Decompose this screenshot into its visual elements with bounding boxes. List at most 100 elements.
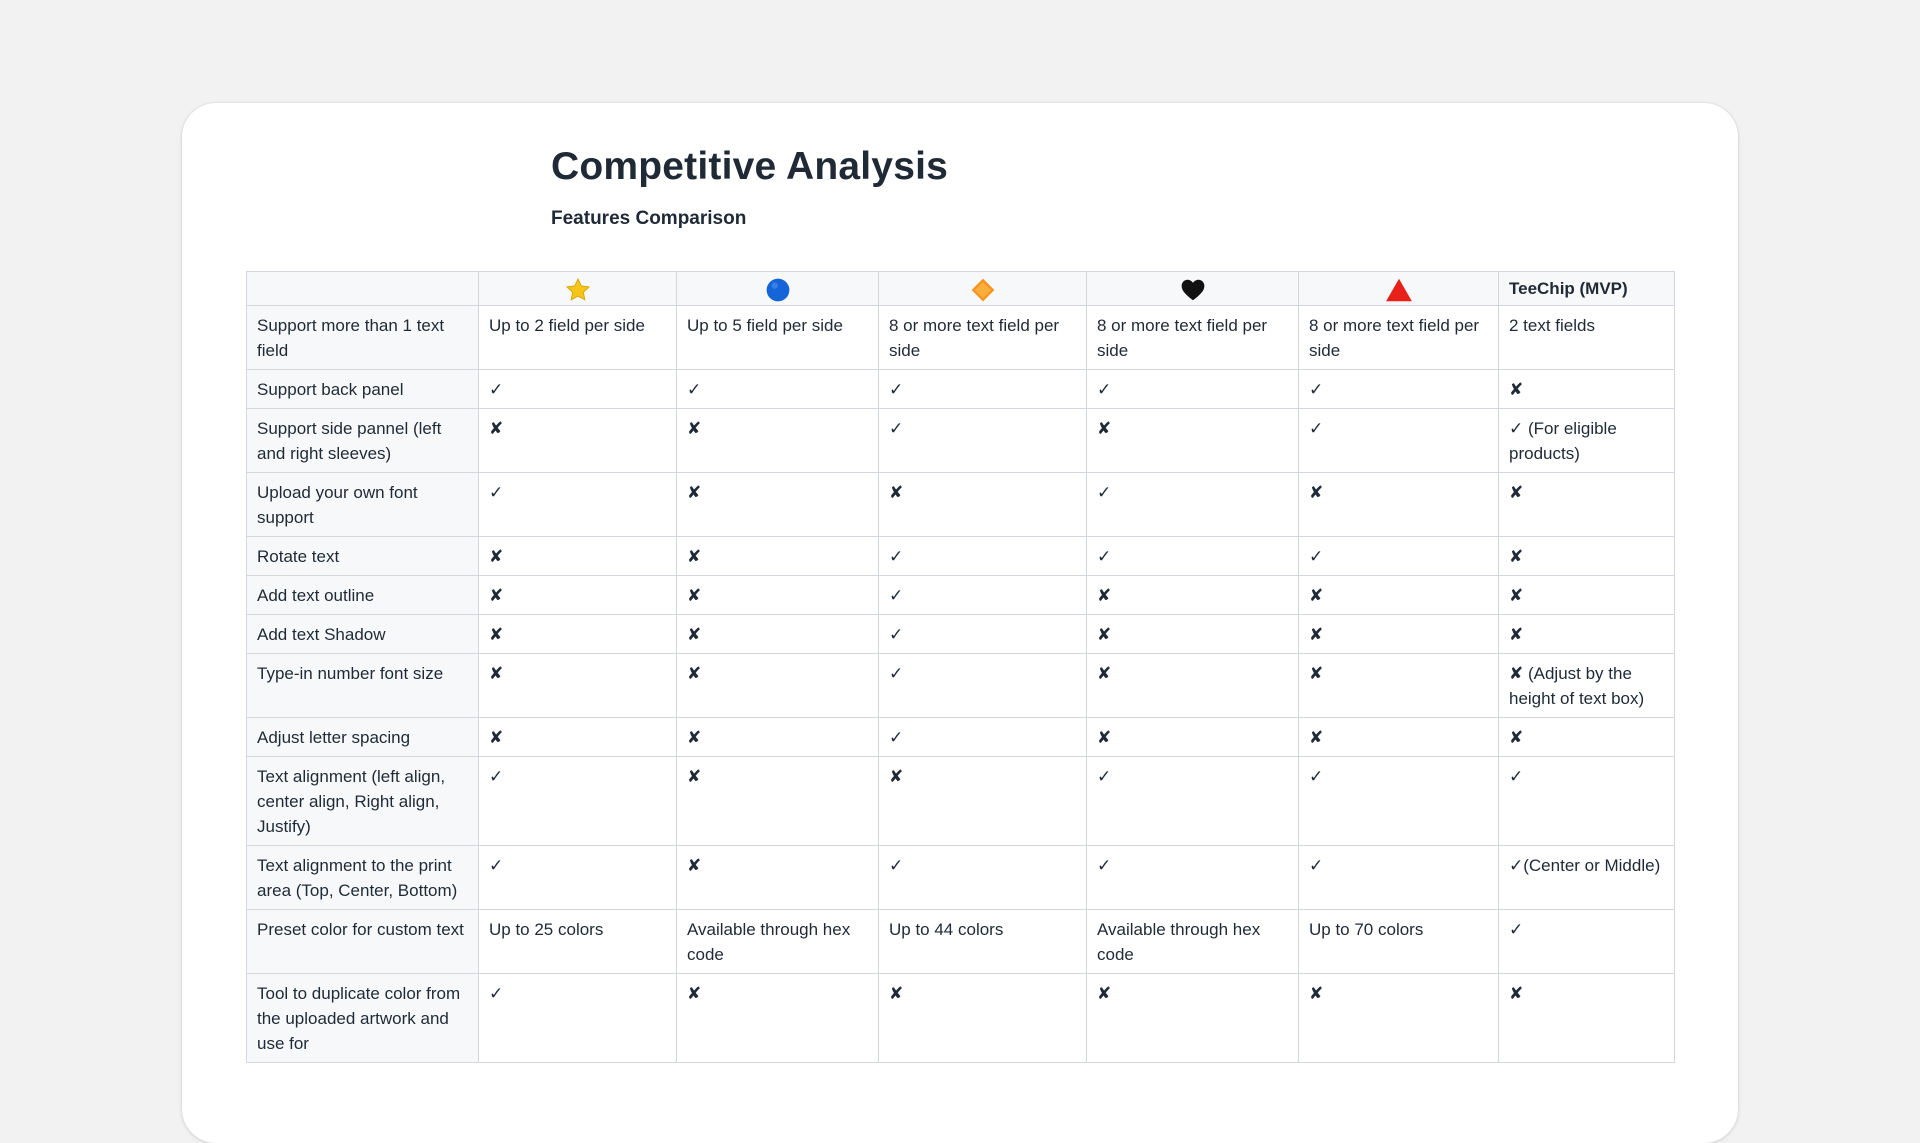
comparison-cell: ✓ [878, 407, 1087, 473]
comparison-cell: ✘ [1298, 716, 1499, 757]
comparison-cell: 8 or more text field per side [1298, 304, 1499, 370]
table-row: Upload your own font support ✓ ✘ ✘ ✓ ✘ ✘ [246, 471, 1675, 537]
comparison-cell: Available through hex code [676, 908, 879, 974]
document-card: Competitive Analysis Features Comparison [182, 103, 1738, 1143]
comparison-cell: ✓ [878, 535, 1087, 576]
comparison-cell: ✘ [1298, 972, 1499, 1063]
comparison-cell: ✓ (For eligible products) [1498, 407, 1675, 473]
feature-name-cell: Type-in number font size [246, 652, 479, 718]
comparison-cell: ✘ [1498, 471, 1675, 537]
comparison-cell: ✓ [878, 716, 1087, 757]
feature-name-cell: Text alignment (left align, center align… [246, 755, 479, 846]
comparison-cell: ✘ [1298, 652, 1499, 718]
comparison-cell: ✓ [1298, 844, 1499, 910]
comparison-cell: ✓ [478, 844, 677, 910]
comparison-cell: ✘ [676, 613, 879, 654]
table-row: Add text outline ✘ ✘ ✓ ✘ ✘ ✘ [246, 574, 1675, 615]
blue-circle-icon [766, 278, 789, 301]
table-row: Text alignment (left align, center align… [246, 755, 1675, 846]
red-triangle-icon [1385, 278, 1412, 301]
comparison-cell: ✘ [478, 613, 677, 654]
comparison-cell: ✘ [676, 471, 879, 537]
comparison-cell: ✓ [1298, 407, 1499, 473]
comparison-cell: Up to 25 colors [478, 908, 677, 974]
comparison-cell: ✘ [478, 535, 677, 576]
comparison-cell: ✘ [1086, 407, 1299, 473]
comparison-cell: ✓ [478, 368, 677, 409]
page-subtitle: Features Comparison [551, 208, 747, 229]
comparison-cell: ✘ [1086, 652, 1299, 718]
comparison-cell: ✓ [878, 368, 1087, 409]
comparison-cell: ✘ [1298, 613, 1499, 654]
header-competitor-1 [478, 271, 677, 306]
header-teechip-mvp: TeeChip (MVP) [1498, 271, 1675, 306]
header-feature-cell [246, 271, 479, 306]
comparison-cell: ✓ [1086, 755, 1299, 846]
comparison-cell: ✘ [1298, 574, 1499, 615]
features-comparison-table: TeeChip (MVP) Support more than 1 text f… [246, 271, 1675, 1063]
header-competitor-4 [1086, 271, 1299, 306]
comparison-cell: ✘ [1498, 535, 1675, 576]
page-title: Competitive Analysis [551, 145, 949, 188]
table-row: Add text Shadow ✘ ✘ ✓ ✘ ✘ ✘ [246, 613, 1675, 654]
comparison-cell: ✓ [1086, 844, 1299, 910]
comparison-cell: ✘ [676, 535, 879, 576]
comparison-cell: ✓ [1498, 908, 1675, 974]
comparison-cell: Up to 2 field per side [478, 304, 677, 370]
feature-name-cell: Support more than 1 text field [246, 304, 479, 370]
comparison-cell: ✘ [1498, 613, 1675, 654]
comparison-cell: ✘ [1086, 716, 1299, 757]
comparison-cell: ✘ [878, 755, 1087, 846]
table-row: Support more than 1 text field Up to 2 fi… [246, 304, 1675, 370]
header-competitor-2 [676, 271, 879, 306]
comparison-cell: ✘ [676, 716, 879, 757]
comparison-cell: ✘ [1498, 368, 1675, 409]
comparison-cell: ✓ [1086, 368, 1299, 409]
comparison-cell: 8 or more text field per side [878, 304, 1087, 370]
feature-name-cell: Text alignment to the print area (Top, C… [246, 844, 479, 910]
table-row: Text alignment to the print area (Top, C… [246, 844, 1675, 910]
feature-name-cell: Tool to duplicate color from the uploade… [246, 972, 479, 1063]
comparison-cell: ✘ [878, 471, 1087, 537]
comparison-cell: ✘ [676, 652, 879, 718]
feature-name-cell: Add text outline [246, 574, 479, 615]
comparison-cell: ✓(Center or Middle) [1498, 844, 1675, 910]
comparison-cell: 2 text fields [1498, 304, 1675, 370]
table-row: Rotate text ✘ ✘ ✓ ✓ ✓ ✘ [246, 535, 1675, 576]
comparison-cell: ✘ (Adjust by the height of text box) [1498, 652, 1675, 718]
comparison-cell: ✘ [676, 844, 879, 910]
black-heart-icon [1181, 279, 1204, 300]
comparison-cell: ✘ [1086, 574, 1299, 615]
orange-diamond-icon [971, 278, 994, 301]
feature-name-cell: Upload your own font support [246, 471, 479, 537]
comparison-cell: ✓ [1298, 755, 1499, 846]
comparison-cell: ✘ [878, 972, 1087, 1063]
comparison-cell: ✘ [676, 574, 879, 615]
comparison-cell: ✓ [478, 972, 677, 1063]
table-row: Preset color for custom text Up to 25 col… [246, 908, 1675, 974]
comparison-cell: ✓ [1498, 755, 1675, 846]
comparison-cell: ✓ [878, 574, 1087, 615]
comparison-cell: ✘ [1498, 972, 1675, 1063]
feature-name-cell: Support side pannel (left and right slee… [246, 407, 479, 473]
table-body: Support more than 1 text field Up to 2 fi… [246, 304, 1675, 1063]
comparison-cell: Up to 5 field per side [676, 304, 879, 370]
comparison-cell: 8 or more text field per side [1086, 304, 1299, 370]
comparison-cell: ✓ [878, 652, 1087, 718]
comparison-cell: ✘ [478, 407, 677, 473]
comparison-cell: ✓ [878, 844, 1087, 910]
comparison-cell: ✘ [1498, 574, 1675, 615]
feature-name-cell: Preset color for custom text [246, 908, 479, 974]
header-competitor-5 [1298, 271, 1499, 306]
table-header-row: TeeChip (MVP) [246, 271, 1675, 306]
comparison-cell: ✓ [1086, 535, 1299, 576]
comparison-cell: Up to 44 colors [878, 908, 1087, 974]
comparison-cell: ✘ [676, 407, 879, 473]
feature-name-cell: Adjust letter spacing [246, 716, 479, 757]
comparison-cell: Available through hex code [1086, 908, 1299, 974]
table-row: Support side pannel (left and right slee… [246, 407, 1675, 473]
feature-name-cell: Support back panel [246, 368, 479, 409]
comparison-cell: ✓ [878, 613, 1087, 654]
table-row: Support back panel ✓ ✓ ✓ ✓ ✓ ✘ [246, 368, 1675, 409]
comparison-cell: ✘ [1298, 471, 1499, 537]
